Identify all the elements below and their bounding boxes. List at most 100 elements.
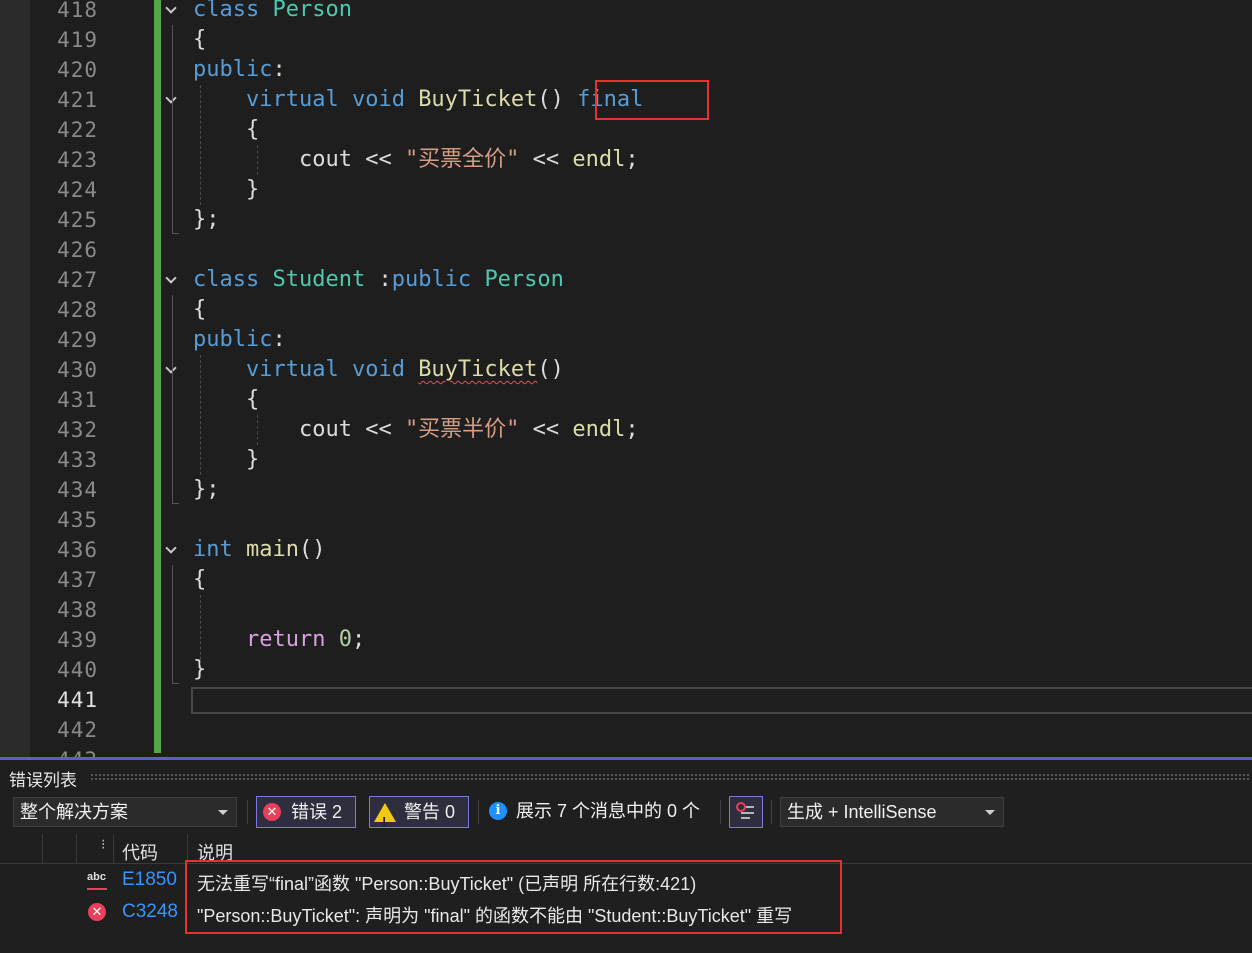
warnings-filter-button[interactable]: ! 警告 0: [369, 796, 469, 829]
line-number: 418: [57, 0, 98, 22]
code-text: }: [193, 175, 259, 205]
panel-title-bar[interactable]: 错误列表: [0, 760, 1252, 792]
code-line[interactable]: 440}: [0, 655, 1252, 685]
code-line[interactable]: 426: [0, 235, 1252, 265]
code-line[interactable]: 436 int main(): [0, 535, 1252, 565]
code-token: <<: [519, 147, 573, 172]
column-header-code[interactable]: 代码: [122, 839, 158, 865]
indent-guide: [200, 355, 201, 475]
code-token: (): [298, 537, 326, 562]
current-line-highlight: [191, 687, 1252, 714]
line-number: 426: [57, 238, 98, 262]
column-divider: [113, 834, 114, 864]
code-token: public: [193, 57, 273, 82]
code-token: <<: [351, 417, 405, 442]
toolbar-separator: [720, 800, 721, 824]
build-source-value: 生成 + IntelliSense: [787, 802, 937, 822]
toolbar-separator: [247, 800, 248, 824]
code-token: Student: [272, 267, 366, 292]
code-token: Person: [484, 267, 564, 292]
code-token: return: [245, 627, 326, 652]
line-number: 429: [57, 328, 98, 352]
spell-abc-icon: abc: [86, 871, 108, 890]
code-text: {: [193, 565, 206, 595]
line-number: 435: [57, 508, 98, 532]
code-token: cout: [298, 147, 352, 172]
info-icon: i: [489, 802, 507, 820]
code-line[interactable]: 437 {: [0, 565, 1252, 595]
code-line[interactable]: 431 {: [0, 385, 1252, 415]
code-text: cout << "买票半价" << endl;: [193, 415, 639, 445]
code-text: virtual void BuyTicket() final: [193, 85, 643, 115]
error-code[interactable]: E1850: [122, 869, 177, 891]
filter-list-icon: [736, 802, 754, 819]
code-token: endl: [572, 417, 626, 442]
line-number: 420: [57, 58, 98, 82]
code-token: {: [193, 297, 207, 322]
fold-chevron-icon[interactable]: [163, 542, 179, 558]
code-token: {: [193, 27, 207, 52]
line-number: 443: [30, 745, 98, 757]
code-line[interactable]: 423 cout << "买票全价" << endl;: [0, 145, 1252, 175]
code-line[interactable]: 429 public:: [0, 325, 1252, 355]
code-text: }: [193, 445, 259, 475]
build-source-dropdown[interactable]: 生成 + IntelliSense: [780, 797, 1004, 827]
messages-filter-button[interactable]: i 展示 7 个消息中的 0 个: [487, 796, 712, 828]
warning-icon: !: [374, 803, 396, 829]
code-line[interactable]: 424 }: [0, 175, 1252, 205]
fold-chevron-icon[interactable]: [163, 2, 179, 18]
line-number: 433: [57, 448, 98, 472]
code-line[interactable]: 439 return 0;: [0, 625, 1252, 655]
code-token: {: [193, 387, 260, 412]
code-line[interactable]: 425};: [0, 205, 1252, 235]
code-line[interactable]: 418 class Person: [0, 0, 1252, 25]
code-editor[interactable]: 418 class Person 419 {420 public: 421 virtual…: [0, 0, 1252, 757]
scope-dropdown[interactable]: 整个解决方案: [13, 797, 237, 827]
code-line[interactable]: 434};: [0, 475, 1252, 505]
code-token: };: [193, 207, 220, 232]
line-number: 440: [57, 658, 98, 682]
indent-guide: [200, 85, 201, 205]
error-code[interactable]: C3248: [122, 901, 178, 923]
code-line[interactable]: 432 cout << "买票半价" << endl;: [0, 415, 1252, 445]
column-options-icon[interactable]: ⁝: [101, 836, 105, 853]
line-number: 439: [57, 628, 98, 652]
code-line[interactable]: 438: [0, 595, 1252, 625]
chevron-down-icon: [218, 810, 228, 815]
code-line[interactable]: 442: [0, 715, 1252, 745]
error-rows-highlight-box: [185, 860, 842, 934]
code-token: (): [537, 87, 578, 112]
chevron-down-icon: [985, 810, 995, 815]
code-line[interactable]: 430 virtual void BuyTicket(): [0, 355, 1252, 385]
code-line[interactable]: 419 {: [0, 25, 1252, 55]
panel-drag-grip[interactable]: [90, 773, 1250, 780]
code-line[interactable]: 443: [0, 745, 1252, 757]
code-line[interactable]: 435: [0, 505, 1252, 535]
indent-guide: [257, 145, 258, 175]
errors-filter-button[interactable]: ✕ 错误 2: [256, 796, 356, 828]
build-filter-toggle[interactable]: [729, 796, 763, 828]
code-token: :: [272, 327, 286, 352]
code-token: {: [193, 567, 207, 592]
toolbar-separator: [478, 800, 479, 824]
code-token: class: [193, 0, 260, 22]
line-number: 424: [57, 178, 98, 202]
code-line[interactable]: 427 class Student :public Person: [0, 265, 1252, 295]
code-line[interactable]: 433 }: [0, 445, 1252, 475]
line-number: 436: [57, 538, 98, 562]
line-number: 438: [57, 598, 98, 622]
code-token: cout: [298, 417, 352, 442]
error-icon: ✕: [263, 803, 281, 821]
code-line[interactable]: 428 {: [0, 295, 1252, 325]
fold-chevron-icon[interactable]: [163, 272, 179, 288]
code-token: public: [391, 267, 472, 292]
line-number: 428: [57, 298, 98, 322]
code-token: <<: [519, 417, 573, 442]
messages-filter-label: 展示 7 个消息中的 0 个: [516, 801, 701, 821]
scope-dropdown-value: 整个解决方案: [20, 802, 128, 822]
